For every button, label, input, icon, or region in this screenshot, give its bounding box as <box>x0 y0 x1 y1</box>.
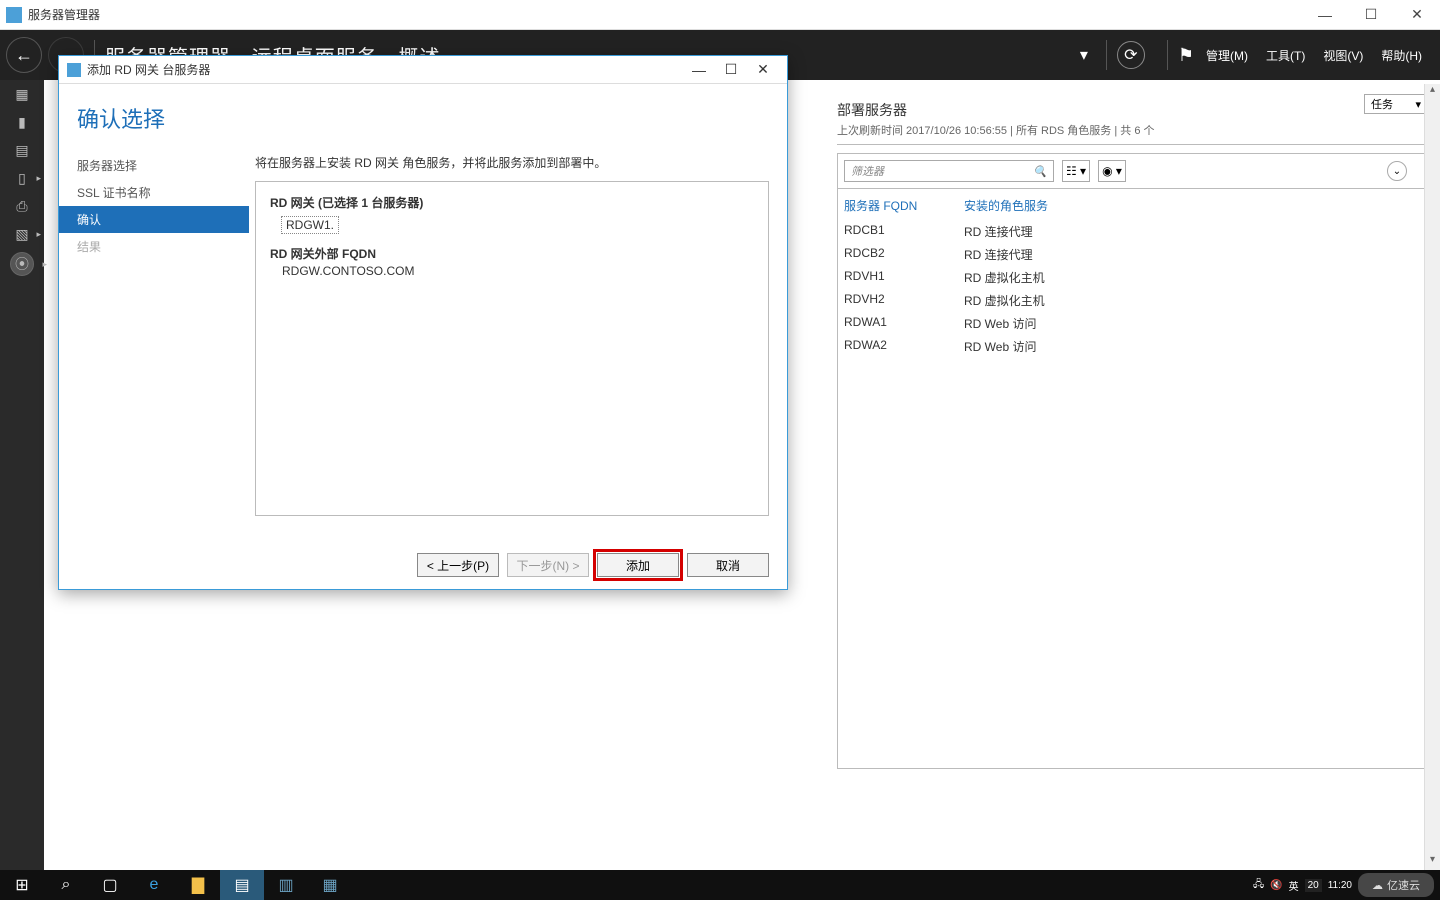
start-button[interactable]: ⊞ <box>0 870 44 900</box>
grid-header: 服务器 FQDN 安装的角色服务 <box>838 189 1427 220</box>
tasks-dropdown[interactable]: 任务 ▾ <box>1364 94 1428 114</box>
app-titlebar: 服务器管理器 — ☐ ✕ <box>0 0 1440 30</box>
cancel-button[interactable]: 取消 <box>687 553 769 577</box>
dialog-close-button[interactable]: ✕ <box>747 61 779 78</box>
gateway-heading: RD 网关 (已选择 1 台服务器) <box>270 194 754 211</box>
notifications-flag-icon[interactable]: ⚑ <box>1178 45 1194 66</box>
dialog-titlebar[interactable]: 添加 RD 网关 台服务器 — ☐ ✕ <box>59 56 787 84</box>
table-row[interactable]: RDVH2RD 虚拟化主机 <box>838 289 1427 312</box>
filter-placeholder: 筛选器 <box>851 163 884 179</box>
taskbar-ie-icon[interactable]: e <box>132 870 176 900</box>
tasks-label: 任务 <box>1371 96 1393 112</box>
watermark-badge: ☁ 亿速云 <box>1358 873 1434 897</box>
taskbar-explorer-icon[interactable]: ▇ <box>176 870 220 900</box>
taskbar-server-manager-icon[interactable]: ▤ <box>220 870 264 900</box>
dialog-heading: 确认选择 <box>59 84 249 152</box>
maximize-button[interactable]: ☐ <box>1348 0 1394 30</box>
col-fqdn[interactable]: 服务器 FQDN <box>844 197 964 214</box>
dialog-title: 添加 RD 网关 台服务器 <box>87 61 210 78</box>
table-row[interactable]: RDCB1RD 连接代理 <box>838 220 1427 243</box>
search-button[interactable]: ⌕ <box>44 870 88 900</box>
dialog-buttons: < 上一步(P) 下一步(N) > 添加 取消 <box>417 553 769 577</box>
network-icon[interactable]: 🖧 <box>1253 877 1264 894</box>
cloud-icon: ☁ <box>1372 879 1383 892</box>
table-row[interactable]: RDCB2RD 连接代理 <box>838 243 1427 266</box>
menu-help[interactable]: 帮助(H) <box>1381 47 1422 64</box>
table-row[interactable]: RDVH1RD 虚拟化主机 <box>838 266 1427 289</box>
taskbar-app-icon[interactable]: ▥ <box>264 870 308 900</box>
ime-indicator[interactable]: 英 <box>1289 878 1299 893</box>
menu-view[interactable]: 视图(V) <box>1323 47 1363 64</box>
left-rail: ▦ ▮ ▤ ▯▸ ⎙ ▧▸ ⦿▸ <box>0 80 44 870</box>
rail-all-servers-icon[interactable]: ▤ <box>0 136 44 164</box>
table-row[interactable]: RDWA2RD Web 访问 <box>838 335 1427 358</box>
expand-toggle[interactable]: ⌄ <box>1387 161 1407 181</box>
fqdn-heading: RD 网关外部 FQDN <box>270 245 754 262</box>
selected-server[interactable]: RDGW1. <box>282 217 338 233</box>
fqdn-value: RDGW.CONTOSO.COM <box>282 264 754 278</box>
add-rd-gateway-dialog: 添加 RD 网关 台服务器 — ☐ ✕ 确认选择 服务器选择 SSL 证书名称 … <box>58 55 788 590</box>
separator <box>1167 40 1168 70</box>
minimize-button[interactable]: — <box>1302 0 1348 30</box>
nav-ssl-cert[interactable]: SSL 证书名称 <box>59 179 249 206</box>
next-button: 下一步(N) > <box>507 553 589 577</box>
taskbar: ⊞ ⌕ ▢ e ▇ ▤ ▥ ▦ 🖧 🔇 英 20 11:20 ☁ 亿速云 <box>0 870 1440 900</box>
dropdown-caret[interactable]: ▾ <box>1080 45 1088 65</box>
dialog-icon <box>67 63 81 77</box>
panel-subtitle: 上次刷新时间 2017/10/26 10:56:55 | 所有 RDS 角色服务… <box>837 122 1428 145</box>
nav-back-button[interactable]: ← <box>6 37 42 73</box>
dialog-maximize-button[interactable]: ☐ <box>715 61 747 78</box>
filter-input[interactable]: 筛选器 🔍 <box>844 160 1054 182</box>
dialog-description: 将在服务器上安装 RD 网关 角色服务，并将此服务添加到部署中。 <box>255 154 769 171</box>
nav-confirm[interactable]: 确认 <box>59 206 249 233</box>
confirmation-box: RD 网关 (已选择 1 台服务器) RDGW1. RD 网关外部 FQDN R… <box>255 181 769 516</box>
scroll-down-icon[interactable]: ▾ <box>1425 854 1440 870</box>
scrollbar[interactable]: ▴ ▾ <box>1424 84 1440 870</box>
rail-dashboard-icon[interactable]: ▦ <box>0 80 44 108</box>
rail-rds-icon[interactable]: ▧▸ <box>0 220 44 248</box>
add-button[interactable]: 添加 <box>597 553 679 577</box>
previous-button[interactable]: < 上一步(P) <box>417 553 499 577</box>
servers-grid: 服务器 FQDN 安装的角色服务 RDCB1RD 连接代理 RDCB2RD 连接… <box>837 189 1428 769</box>
rail-iis-icon[interactable]: ⎙ <box>0 192 44 220</box>
deployment-servers-panel: 任务 ▾ 部署服务器 上次刷新时间 2017/10/26 10:56:55 | … <box>824 80 1440 870</box>
filter-options-button[interactable]: ☷ ▾ <box>1062 160 1090 182</box>
app-title: 服务器管理器 <box>28 6 1302 23</box>
task-view-button[interactable]: ▢ <box>88 870 132 900</box>
chevron-down-icon: ▾ <box>1415 98 1421 111</box>
panel-title: 部署服务器 <box>837 100 1428 120</box>
nav-result[interactable]: 结果 <box>59 233 249 260</box>
refresh-button[interactable]: ⟳ <box>1117 41 1145 69</box>
sound-icon[interactable]: 🔇 <box>1270 880 1282 891</box>
dialog-minimize-button[interactable]: — <box>683 62 715 78</box>
col-role[interactable]: 安装的角色服务 <box>964 197 1048 214</box>
app-icon <box>6 7 22 23</box>
table-row[interactable]: RDWA1RD Web 访问 <box>838 312 1427 335</box>
rail-local-server-icon[interactable]: ▮ <box>0 108 44 136</box>
filter-toolbar: 筛选器 🔍 ☷ ▾ ◉ ▾ ⌄ <box>837 153 1428 189</box>
system-tray: 🖧 🔇 英 20 11:20 ☁ 亿速云 <box>1253 873 1440 897</box>
close-button[interactable]: ✕ <box>1394 0 1440 30</box>
menu-manage[interactable]: 管理(M) <box>1206 47 1248 64</box>
filter-save-button[interactable]: ◉ ▾ <box>1098 160 1126 182</box>
nav-server-select[interactable]: 服务器选择 <box>59 152 249 179</box>
taskbar-app2-icon[interactable]: ▦ <box>308 870 352 900</box>
separator <box>1106 40 1107 70</box>
dialog-nav: 服务器选择 SSL 证书名称 确认 结果 <box>59 152 249 260</box>
rail-collections-icon[interactable]: ⦿▸ <box>10 252 34 276</box>
page-indicator: 20 <box>1305 879 1322 892</box>
menu-tools[interactable]: 工具(T) <box>1266 47 1305 64</box>
rail-file-storage-icon[interactable]: ▯▸ <box>0 164 44 192</box>
clock[interactable]: 11:20 <box>1328 880 1352 891</box>
search-icon[interactable]: 🔍 <box>1033 165 1047 178</box>
scroll-up-icon[interactable]: ▴ <box>1425 84 1440 100</box>
